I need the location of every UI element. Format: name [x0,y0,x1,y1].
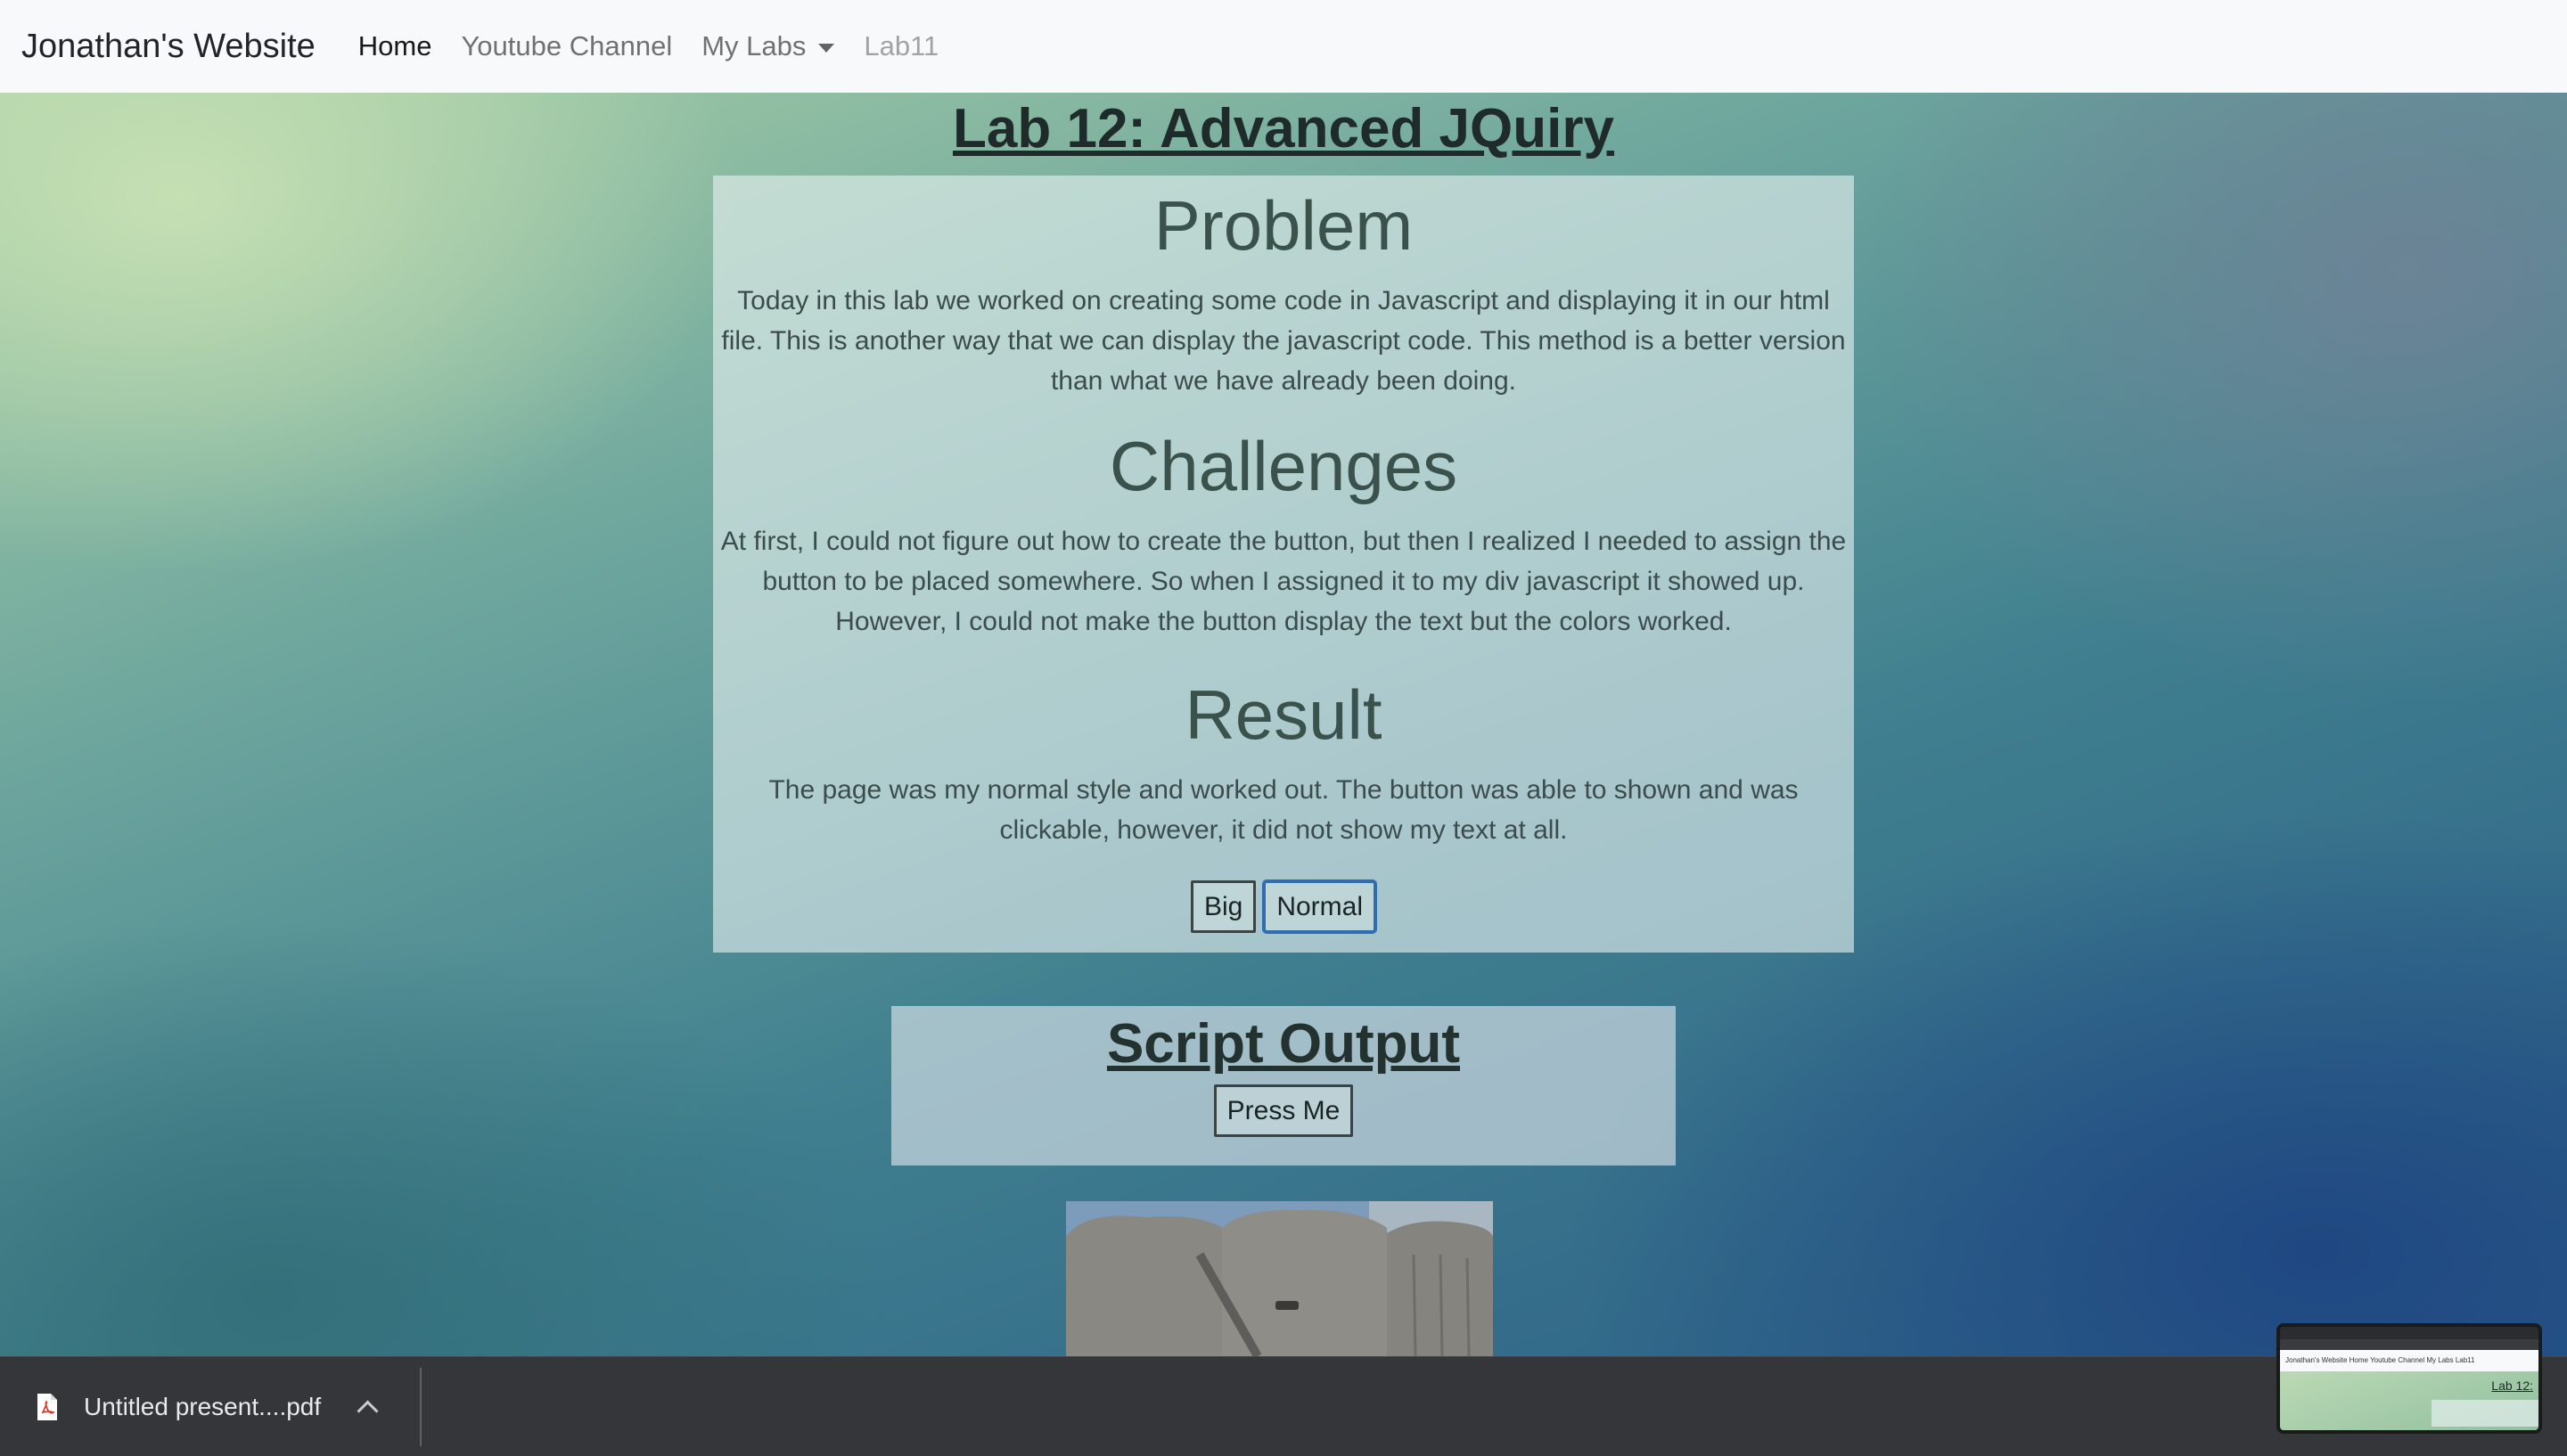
nav-youtube-channel[interactable]: Youtube Channel [461,30,672,62]
page-title[interactable]: Lab 12: Advanced JQuiry [0,94,2567,164]
chevron-up-icon[interactable] [357,1399,379,1422]
thumbnail-page: Lab 12: [2280,1371,2538,1430]
download-divider [420,1368,422,1446]
thumbnail-navbar: Jonathan's Website Home Youtube Channel … [2280,1350,2538,1371]
nav-my-labs-dropdown[interactable]: My Labs [701,30,835,62]
page-title-text[interactable]: Lab 12: Advanced JQuiry [953,98,1614,160]
download-filename: Untitled present....pdf [84,1393,322,1420]
challenges-heading: Challenges [1109,427,1458,505]
problem-heading: Problem [1153,186,1414,265]
challenges-text: At first, I could not figure out how to … [720,527,1847,636]
navbar: Jonathan's Website Home Youtube Channel … [0,0,2567,93]
problem-section: Problem Today in this lab we worked on c… [713,176,1854,401]
brand-link[interactable]: Jonathan's Website [21,28,316,66]
thumbnail-tabs [2280,1327,2538,1339]
result-text: The page was my normal style and worked … [768,775,1799,845]
download-item[interactable]: Untitled present....pdf [36,1357,379,1456]
screenshot-thumbnail[interactable]: Jonathan's Website Home Youtube Channel … [2276,1323,2542,1434]
script-output-title-text[interactable]: Script Output [1107,1013,1460,1075]
big-button[interactable]: Big [1190,880,1257,933]
nav-my-labs-label: My Labs [701,30,807,61]
size-button-row: Big Normal [713,880,1854,933]
nav-lab11: Lab11 [864,30,939,61]
content-panel: Problem Today in this lab we worked on c… [713,176,1854,953]
problem-text: Today in this lab we worked on creating … [721,286,1846,396]
nav-home[interactable]: Home [358,30,432,62]
car-seat-photo [1066,1201,1493,1356]
download-bar: Untitled present....pdf [0,1356,2567,1456]
script-output-title[interactable]: Script Output [891,1010,1676,1079]
pdf-file-icon [37,1394,57,1420]
challenges-section: Challenges At first, I could not figure … [713,423,1854,642]
result-section: Result The page was my normal style and … [713,672,1854,850]
result-heading: Result [1185,675,1382,754]
press-me-button[interactable]: Press Me [1213,1084,1354,1137]
chevron-down-icon [818,44,835,53]
thumbnail-address-bar [2280,1339,2538,1350]
car-seat-photo-graphic [1066,1201,1493,1356]
thumbnail-title: Lab 12: [2491,1378,2533,1393]
thumbnail-panel [2432,1400,2538,1427]
script-output-panel: Script Output Press Me [891,1006,1676,1166]
normal-button[interactable]: Normal [1263,880,1377,933]
